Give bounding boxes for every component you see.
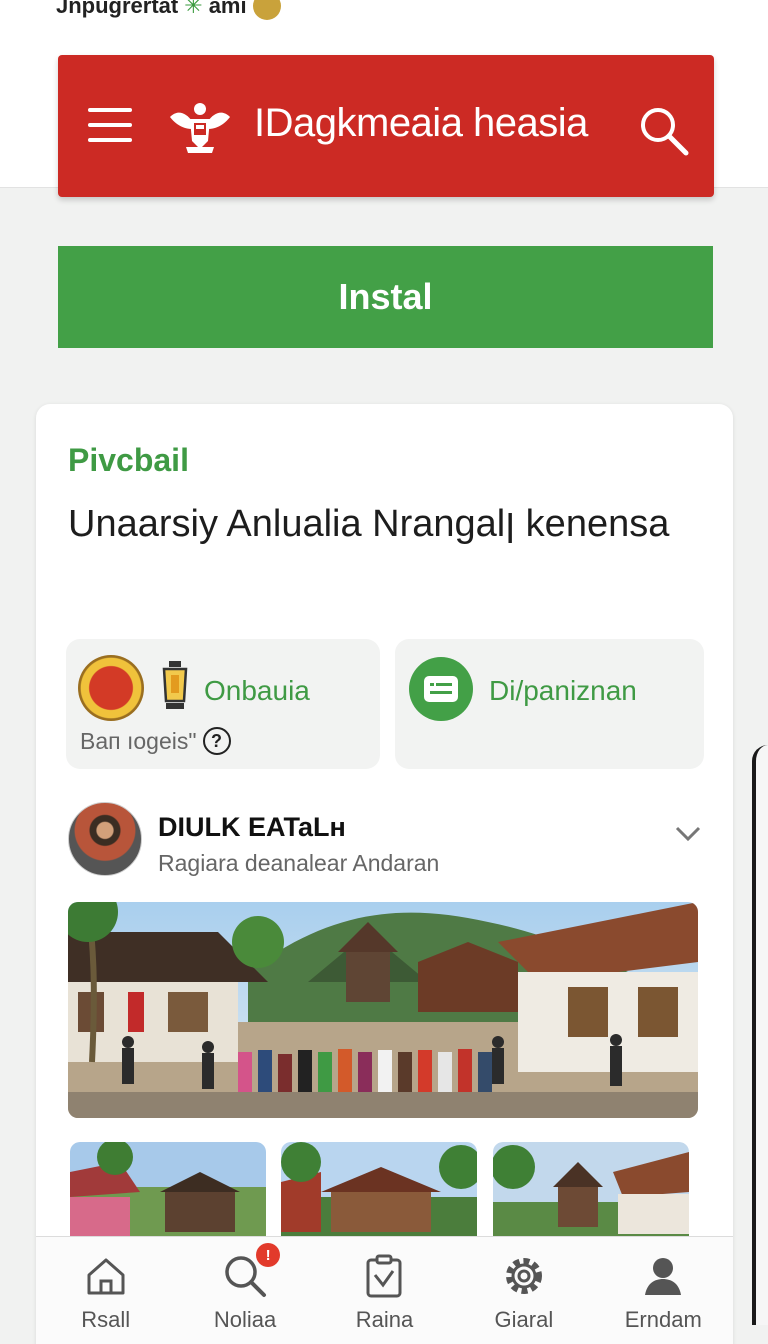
tile-dipaniznan[interactable]: Di/paniznan <box>395 639 704 769</box>
avatar <box>68 802 142 876</box>
tile-dipaniznan-label: Di/paniznan <box>489 675 637 706</box>
home-icon <box>87 1258 125 1295</box>
help-circle-icon[interactable]: ? <box>202 727 231 755</box>
tile-onbauia-subtext: Baп ıogeis" ? <box>80 727 231 755</box>
status-caption-suffix: ami <box>208 0 247 18</box>
leaf-icon: ✳ <box>184 0 203 18</box>
app-title: IDagkmeaia heasia <box>254 101 588 145</box>
village-photo[interactable] <box>68 902 698 1118</box>
card-category-label: Pivcbail <box>68 442 189 478</box>
regional-emblem-icon <box>78 655 144 721</box>
nav-label-settings: Giaral <box>494 1307 554 1332</box>
app-header: IDagkmeaia heasia <box>58 55 714 197</box>
nav-search-wrapper: ! <box>222 1243 281 1299</box>
gallery-thumbnail[interactable] <box>281 1142 477 1242</box>
document-list-icon <box>409 657 473 721</box>
notification-badge: ! <box>256 1243 281 1267</box>
nav-item-tasks[interactable]: Raina <box>315 1237 454 1344</box>
nav-item-search[interactable]: ! Noliaa <box>175 1237 314 1344</box>
tile-onbauia-label: Onbauia <box>204 675 310 706</box>
bottom-navigation: Rsall ! Noliaa Raina Giaral Erndam <box>36 1236 733 1344</box>
card-title: Unaarsiy Anlualia Nrangalן kenensa <box>68 503 670 545</box>
gallery-thumbnail[interactable] <box>70 1142 266 1242</box>
nav-item-settings[interactable]: Giaral <box>454 1237 593 1344</box>
author-name: DIULK EATaLʜ <box>158 812 346 842</box>
clipboard-check-icon <box>366 1254 402 1298</box>
tile-onbauia[interactable]: Onbauia Baп ıogeis" ? <box>66 639 380 769</box>
nav-label-profile: Erndam <box>624 1307 702 1332</box>
install-button[interactable]: Instal <box>58 246 713 348</box>
chevron-down-icon[interactable] <box>673 822 703 846</box>
lantern-icon <box>162 661 188 709</box>
content-card: Pivcbail Unaarsiy Anlualia Nrangalן kene… <box>36 404 733 1344</box>
author-subtitle: Ragiara deanalear Andaran <box>158 850 440 876</box>
settings-gear-icon <box>505 1258 542 1294</box>
user-icon <box>645 1258 682 1295</box>
author-row[interactable]: DIULK EATaLʜ Ragiara deanalear Andaran <box>68 802 708 882</box>
nav-item-home[interactable]: Rsall <box>36 1237 175 1344</box>
nav-label-tasks: Raina <box>355 1307 414 1332</box>
device-edge <box>752 745 768 1325</box>
mini-emblem-icon <box>252 0 281 20</box>
search-icon[interactable] <box>638 105 690 157</box>
status-caption: Jnpugrertat ✳ ami <box>56 0 281 20</box>
status-caption-text: Jnpugrertat <box>56 0 179 18</box>
garuda-emblem-icon <box>170 103 230 153</box>
nav-item-profile[interactable]: Erndam <box>594 1237 733 1344</box>
hamburger-menu-icon[interactable] <box>88 108 132 142</box>
nav-label-search: Noliaa <box>213 1307 277 1332</box>
tile-subtext-label: Baп ıogeis" <box>80 727 197 754</box>
gallery-thumbnail[interactable] <box>493 1142 689 1242</box>
nav-label-home: Rsall <box>81 1307 131 1332</box>
